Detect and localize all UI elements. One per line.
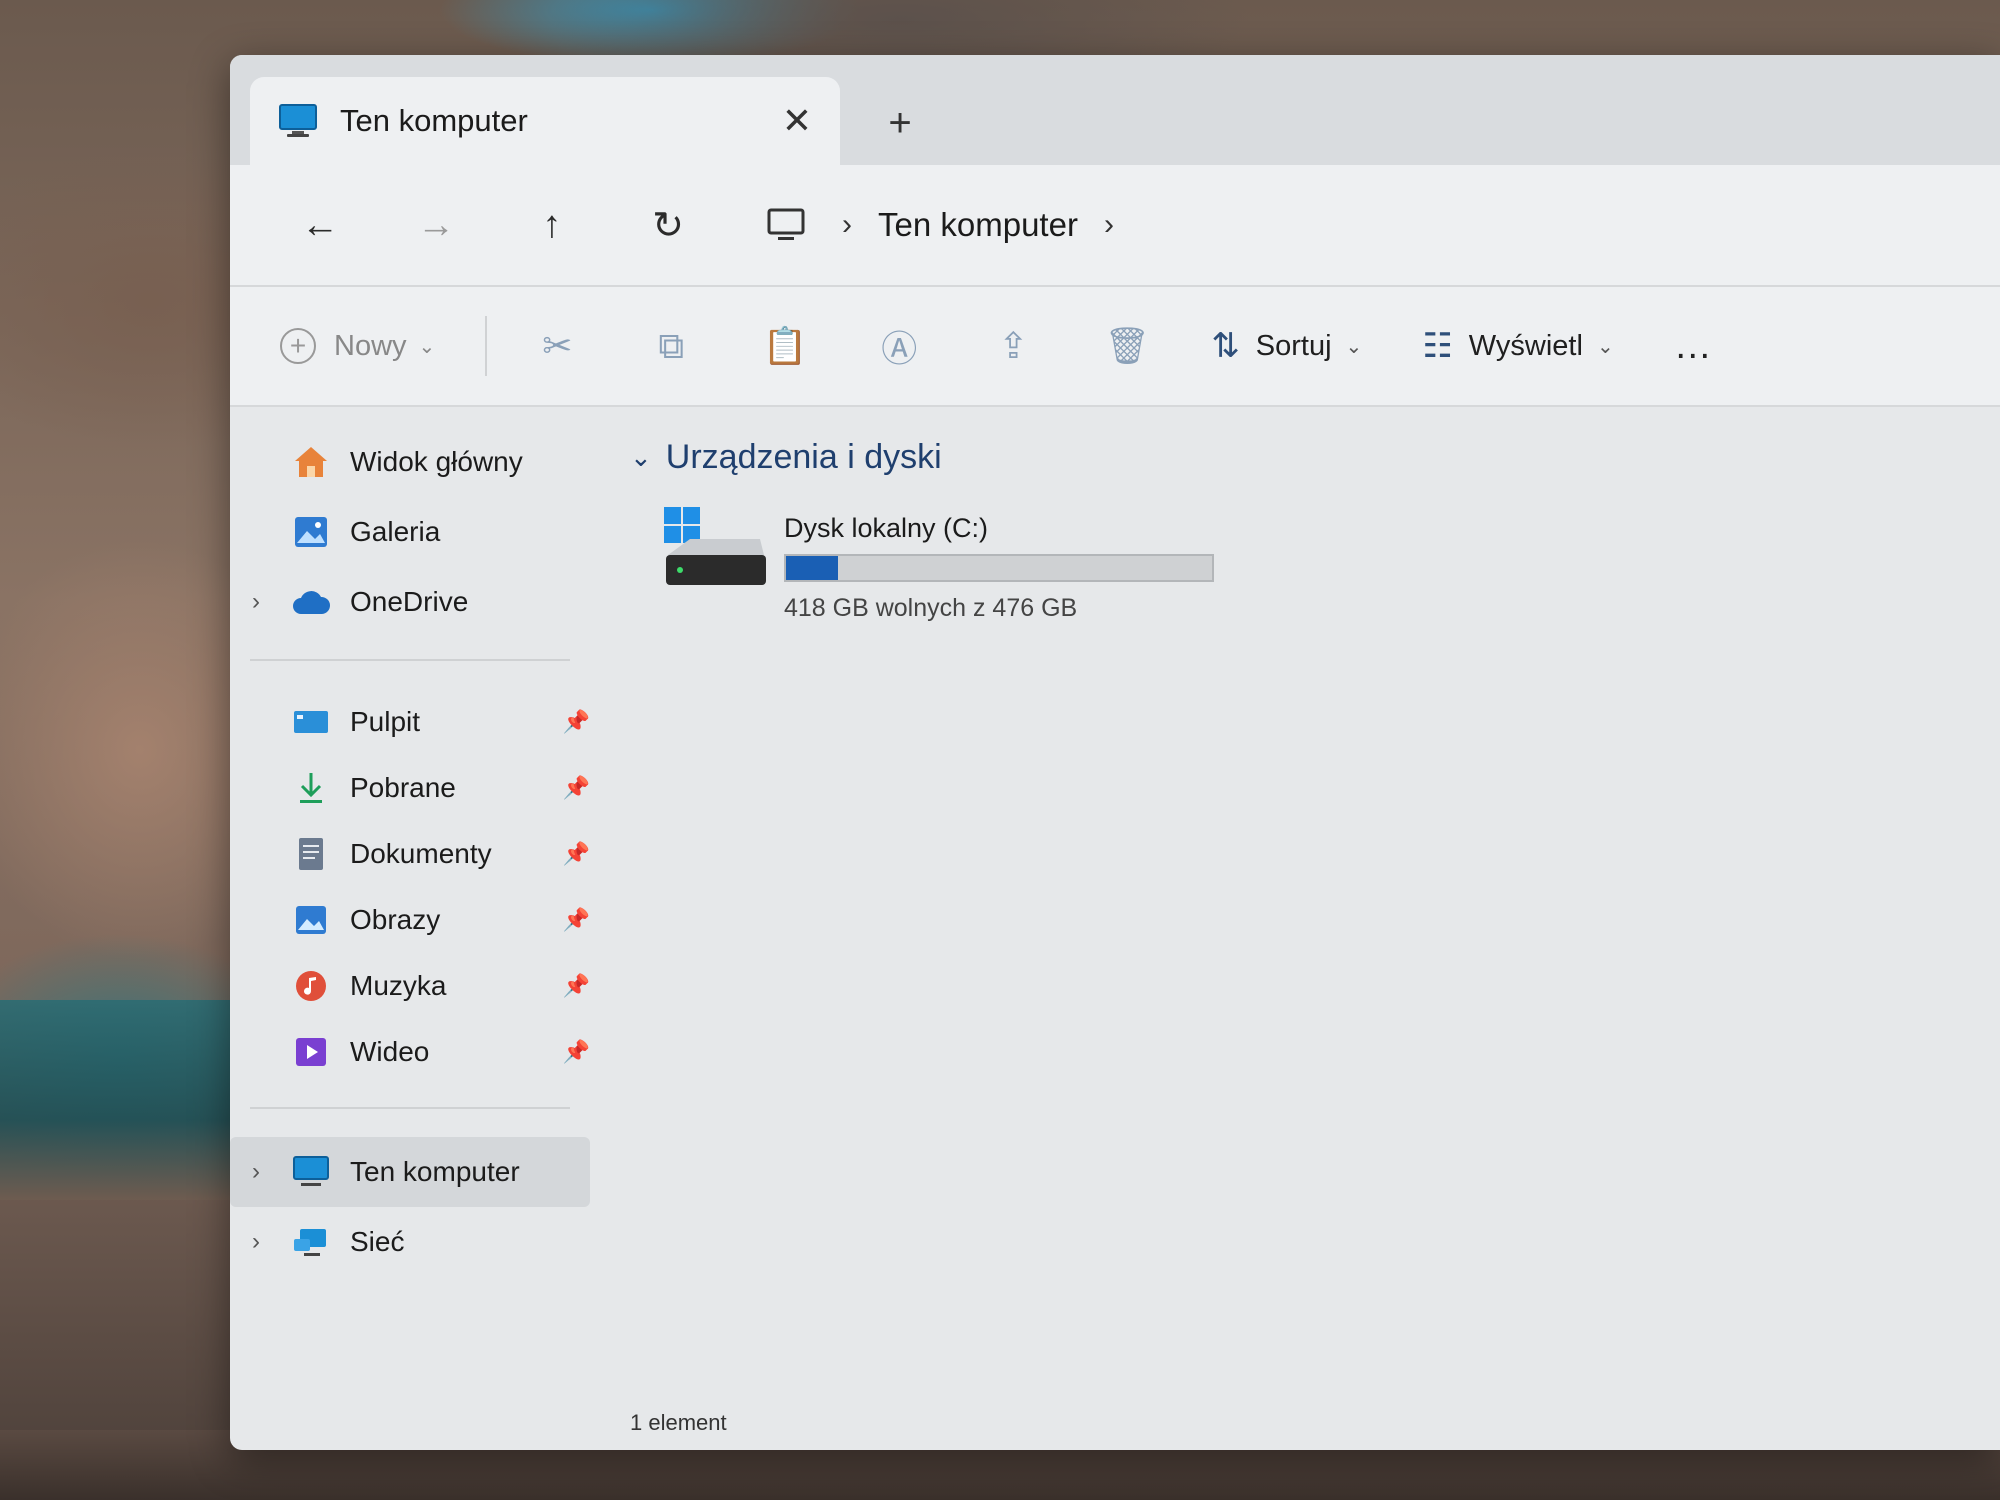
chevron-down-icon: ⌄ <box>630 441 652 472</box>
home-icon <box>290 443 332 481</box>
view-icon: ☷ <box>1422 327 1453 365</box>
quick-access-list: Pulpit 📌 Pobrane 📌 Dokumenty 📌 Obrazy 📌 … <box>230 689 590 1085</box>
sidebar-item-label: Muzyka <box>350 970 447 1001</box>
local-disk-icon <box>660 505 770 595</box>
sidebar-item-label: Widok główny <box>350 446 523 477</box>
sidebar-item-network[interactable]: › Sieć <box>230 1207 590 1277</box>
sidebar-item-music[interactable]: Muzyka 📌 <box>230 953 590 1019</box>
status-bar-item-count: 1 element <box>630 1410 727 1435</box>
sidebar-item-onedrive[interactable]: › OneDrive <box>230 567 590 637</box>
music-icon <box>290 967 332 1005</box>
sidebar-item-home[interactable]: Widok główny <box>230 427 590 497</box>
sort-icon: ⇅ <box>1211 327 1240 365</box>
sidebar-item-downloads[interactable]: Pobrane 📌 <box>230 755 590 821</box>
explorer-body: Widok główny Galeria › OneDrive Pulpit 📌… <box>230 407 2000 1450</box>
sidebar-item-label: Pobrane <box>350 772 456 803</box>
drive-usage-fill <box>786 556 838 580</box>
pin-icon[interactable]: 📌 <box>563 775 590 801</box>
computer-crumb-icon[interactable] <box>756 190 816 260</box>
video-icon <box>290 1033 332 1071</box>
forward-button[interactable]: → <box>396 190 476 260</box>
chevron-down-icon: ⌄ <box>418 335 436 358</box>
network-icon <box>290 1223 332 1261</box>
chevron-down-icon: ⌄ <box>1596 335 1614 358</box>
view-button[interactable]: ☷ Wyświetl ⌄ <box>1422 326 1613 366</box>
drive-usage-bar <box>784 554 1214 582</box>
computer-icon <box>290 1153 332 1191</box>
drive-name: Dysk lokalny (C:) <box>784 513 989 543</box>
sort-label: Sortuj <box>1255 329 1332 362</box>
download-icon <box>290 769 332 807</box>
devices-group-header[interactable]: ⌄ Urządzenia i dyski <box>630 427 2000 487</box>
sidebar-item-desktop[interactable]: Pulpit 📌 <box>230 689 590 755</box>
copy-icon[interactable]: ⧉ <box>641 316 701 376</box>
cut-icon[interactable]: ✂ <box>527 316 587 376</box>
sidebar-divider <box>250 1107 570 1109</box>
sidebar-divider <box>250 659 570 661</box>
sort-button[interactable]: ⇅ Sortuj ⌄ <box>1211 326 1362 366</box>
chevron-down-icon: ⌄ <box>1345 335 1363 358</box>
more-options-button[interactable]: … <box>1674 325 1714 368</box>
breadcrumb-trailing-separator[interactable]: › <box>1104 208 1114 242</box>
new-button[interactable]: + Nowy ⌄ <box>280 328 435 364</box>
breadcrumb-ten-komputer[interactable]: Ten komputer <box>878 206 1078 244</box>
sidebar-item-label: Sieć <box>350 1226 405 1257</box>
rename-icon[interactable]: Ⓐ <box>869 316 929 376</box>
up-button[interactable]: ↑ <box>512 190 592 260</box>
pin-icon[interactable]: 📌 <box>563 841 590 867</box>
tab-bar: Ten komputer ✕ + <box>230 55 2000 165</box>
sidebar-item-this-pc[interactable]: › Ten komputer <box>230 1137 590 1207</box>
tab-title: Ten komputer <box>340 103 528 138</box>
sidebar-item-label: Dokumenty <box>350 838 492 869</box>
refresh-button[interactable]: ↻ <box>628 190 708 260</box>
sidebar-item-label: Galeria <box>350 516 441 547</box>
sidebar-item-videos[interactable]: Wideo 📌 <box>230 1019 590 1085</box>
sidebar-item-label: Obrazy <box>350 904 441 935</box>
group-title: Urządzenia i dyski <box>665 437 942 476</box>
pin-icon[interactable]: 📌 <box>563 709 590 735</box>
drive-free-space: 418 GB wolnych z 476 GB <box>784 594 1078 622</box>
pin-icon[interactable]: 📌 <box>563 907 590 933</box>
drive-info: Dysk lokalny (C:) 418 GB wolnych z 476 G… <box>784 505 1214 623</box>
chevron-right-icon[interactable]: › <box>252 1228 260 1256</box>
plus-icon: + <box>280 328 316 364</box>
drive-item-c[interactable]: Dysk lokalny (C:) 418 GB wolnych z 476 G… <box>660 505 2000 623</box>
sidebar-item-label: Ten komputer <box>350 1156 520 1187</box>
content-pane: ⌄ Urządzenia i dyski Dysk lokalny (C:) 4… <box>590 407 2000 1450</box>
navigation-bar: ← → ↑ ↻ › Ten komputer › <box>230 165 2000 285</box>
sidebar-item-label: Wideo <box>350 1036 430 1067</box>
chevron-right-icon[interactable]: › <box>252 1158 260 1186</box>
toolbar-divider <box>485 316 488 376</box>
delete-icon[interactable]: 🗑 <box>1097 316 1157 376</box>
command-bar: + Nowy ⌄ ✂ ⧉ 📋 Ⓐ ⇪ 🗑 ⇅ Sortuj ⌄ ☷ Wyświe… <box>230 285 2000 407</box>
documents-icon <box>290 835 332 873</box>
gallery-icon <box>290 513 332 551</box>
back-button[interactable]: ← <box>280 190 360 260</box>
sidebar-item-gallery[interactable]: Galeria <box>230 497 590 567</box>
paste-icon[interactable]: 📋 <box>755 316 815 376</box>
view-label: Wyświetl <box>1468 329 1583 362</box>
file-explorer-window: Ten komputer ✕ + ← → ↑ ↻ › Ten komputer … <box>230 55 2000 1450</box>
navigation-pane: Widok główny Galeria › OneDrive Pulpit 📌… <box>230 407 590 1450</box>
chevron-right-icon[interactable]: › <box>252 588 260 616</box>
pin-icon[interactable]: 📌 <box>563 1039 590 1065</box>
breadcrumb-separator[interactable]: › <box>842 208 852 242</box>
sidebar-item-label: OneDrive <box>350 586 469 617</box>
pictures-icon <box>290 901 332 939</box>
sidebar-item-pictures[interactable]: Obrazy 📌 <box>230 887 590 953</box>
sidebar-item-label: Pulpit <box>350 706 421 737</box>
desktop-icon <box>290 703 332 741</box>
new-tab-button[interactable]: + <box>870 93 930 153</box>
share-icon[interactable]: ⇪ <box>983 316 1043 376</box>
new-label: Nowy <box>334 329 407 362</box>
tab-ten-komputer[interactable]: Ten komputer ✕ <box>250 77 840 165</box>
cloud-icon <box>290 583 332 621</box>
computer-icon <box>278 103 318 139</box>
close-tab-icon[interactable]: ✕ <box>782 100 812 142</box>
sidebar-item-documents[interactable]: Dokumenty 📌 <box>230 821 590 887</box>
pin-icon[interactable]: 📌 <box>563 973 590 999</box>
